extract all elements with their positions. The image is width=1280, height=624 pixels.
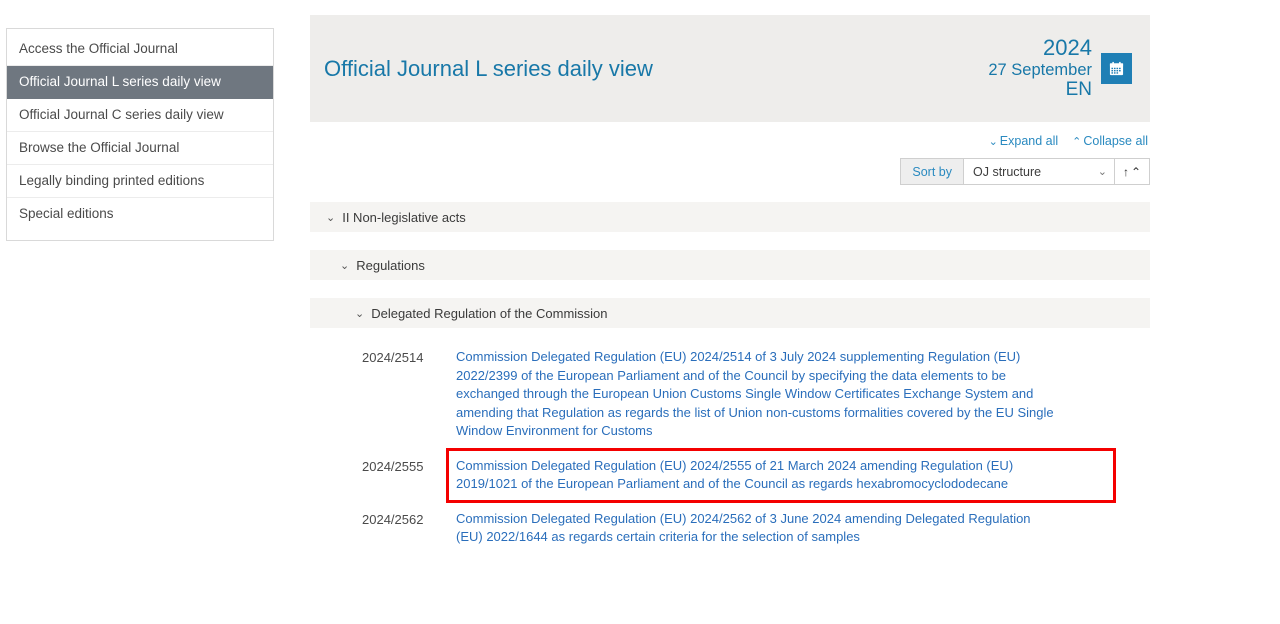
accordion-header-2[interactable]: ⌄ Delegated Regulation of the Commission: [310, 298, 1150, 328]
document-header: Official Journal L series daily view 202…: [310, 15, 1150, 122]
sidebar-item-4[interactable]: Legally binding printed editions: [7, 165, 273, 198]
header-language: EN: [1065, 79, 1092, 101]
sort-by-label: Sort by: [901, 159, 964, 184]
document-number: 2024/2514: [362, 350, 424, 365]
header-year: 2024: [1043, 35, 1092, 61]
chevron-down-icon: ⌄: [326, 211, 336, 224]
chevron-double-down-icon: ⌄: [988, 136, 998, 148]
document-row: 2024/2514 Commission Delegated Regulation…: [310, 342, 1150, 451]
calendar-icon[interactable]: [1101, 52, 1132, 84]
expand-collapse-controls: ⌄ Expand all ⌃ Collapse all: [989, 134, 1150, 148]
document-row: 2024/2555 Commission Delegated Regulation…: [310, 451, 1150, 504]
main-content: Official Journal L series daily view 202…: [310, 15, 1150, 557]
collapse-all-label: Collapse all: [1083, 134, 1148, 148]
document-number: 2024/2555: [362, 458, 424, 474]
document-row: 2024/2562 Commission Delegated Regulation…: [310, 504, 1150, 557]
chevron-down-icon: ⌄: [1097, 166, 1107, 178]
collapse-all-button[interactable]: ⌃ Collapse all: [1072, 134, 1148, 148]
document-tree: ⌄ II Non-legislative acts ⌄ Regulations ⌄ Del…: [310, 202, 1150, 557]
sidebar-item-3[interactable]: Browse the Official Journal: [7, 132, 273, 165]
header-date-block: 2024 27 September EN: [988, 35, 1092, 101]
expand-all-button[interactable]: ⌄ Expand all: [989, 134, 1059, 148]
accordion-header-1[interactable]: ⌄ Regulations: [310, 250, 1150, 280]
chevron-down-icon: ⌄: [340, 259, 350, 272]
accordion-header-0[interactable]: ⌄ II Non-legislative acts: [310, 202, 1150, 232]
sidebar-item-0[interactable]: Access the Official Journal: [7, 33, 273, 66]
document-title-link[interactable]: Commission Delegated Regulation (EU) 202…: [456, 457, 1072, 494]
sort-direction-button[interactable]: ↑ ⌃: [1115, 159, 1149, 184]
document-number: 2024/2562: [362, 511, 424, 527]
list-toolbar: ⌄ Expand all ⌃ Collapse all Sort by OJ str…: [310, 134, 1150, 185]
header-date: 27 September: [988, 60, 1092, 79]
accordion-label: Regulations: [356, 257, 425, 273]
sort-controls: Sort by OJ structure ⌄ ↑ ⌃: [900, 158, 1150, 185]
document-title-link[interactable]: Commission Delegated Regulation (EU) 202…: [456, 510, 1056, 547]
page-title: Official Journal L series daily view: [324, 55, 653, 81]
chevron-down-icon: ⌄: [355, 307, 365, 320]
accordion-label: Delegated Regulation of the Commission: [371, 305, 608, 321]
accordion-label: II Non-legislative acts: [342, 209, 466, 225]
sidebar-menu: Access the Official Journal Official Jour…: [6, 28, 274, 241]
sidebar-item-5[interactable]: Special editions: [7, 198, 273, 230]
expand-all-label: Expand all: [999, 134, 1059, 148]
chevron-double-up-icon: ⌃: [1072, 136, 1082, 148]
sidebar-item-2[interactable]: Official Journal C series daily view: [7, 99, 273, 132]
sort-select-value: OJ structure: [973, 164, 1042, 179]
sort-select[interactable]: OJ structure ⌄: [964, 159, 1115, 184]
document-title-link[interactable]: Commission Delegated Regulation (EU) 202…: [456, 348, 1056, 441]
sidebar-item-1[interactable]: Official Journal L series daily view: [7, 66, 273, 99]
header-meta: 2024 27 September EN: [988, 36, 1132, 100]
chevron-up-icon: ⌃: [1130, 164, 1142, 179]
arrow-up-icon: ↑: [1122, 164, 1129, 179]
